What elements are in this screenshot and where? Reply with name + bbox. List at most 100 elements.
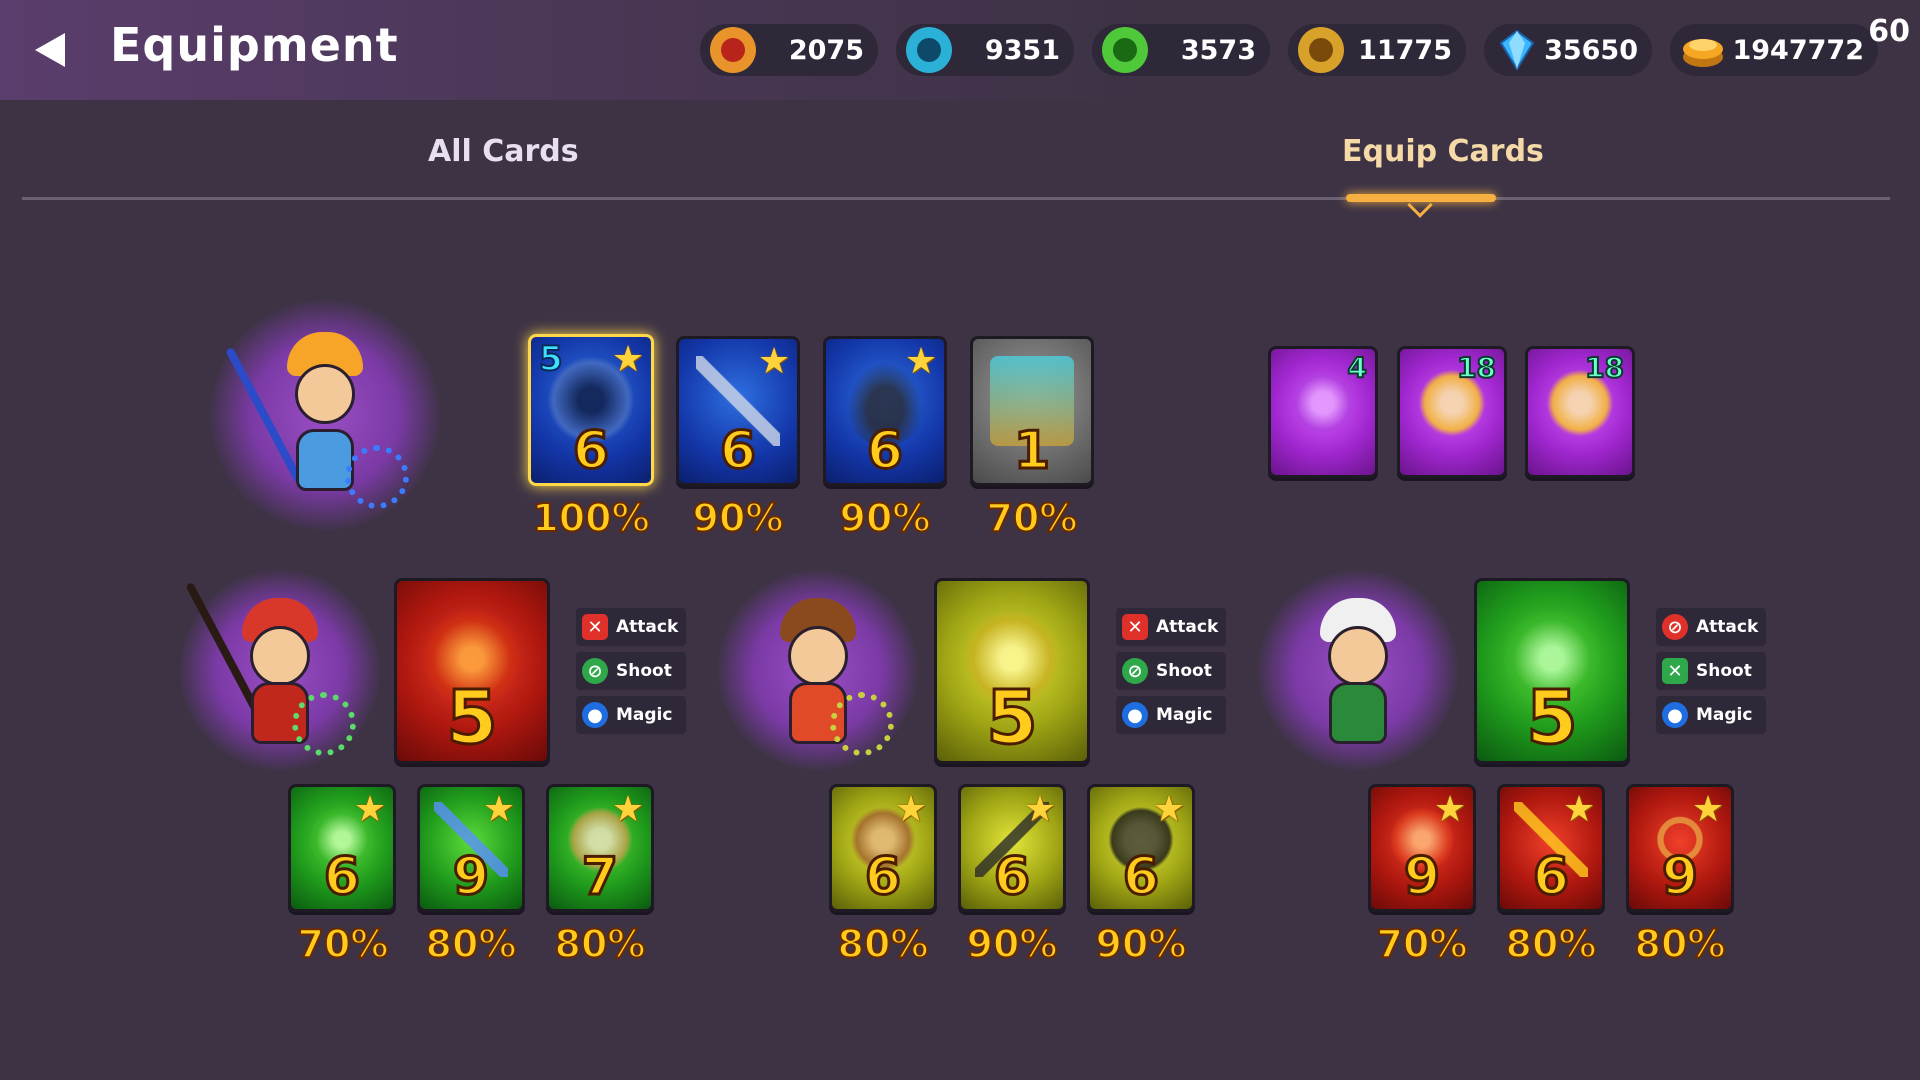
item-card[interactable]: ★ 6 xyxy=(1497,784,1605,912)
card-level: 1 xyxy=(1012,420,1051,483)
fps-counter: 60 xyxy=(1868,14,1910,49)
currency-red-gems[interactable]: 2075 xyxy=(700,24,878,76)
tag-attack[interactable]: ✕ Attack xyxy=(576,608,686,646)
equip-card-vortex[interactable]: 5 ★ 6 xyxy=(528,334,654,486)
card-percent: 80% xyxy=(554,921,647,967)
card-level: 5 xyxy=(985,674,1040,762)
card-percent: 80% xyxy=(425,921,518,967)
card-level: 7 xyxy=(580,846,619,909)
star-icon: ★ xyxy=(904,341,938,382)
companion-card[interactable]: 5 xyxy=(934,578,1090,764)
card-level: 6 xyxy=(992,846,1031,909)
item-card[interactable]: ★ 6 xyxy=(1087,784,1195,912)
blue-gem-coin-icon xyxy=(906,27,952,73)
currency-gold-gems[interactable]: 11775 xyxy=(1288,24,1466,76)
hero-face xyxy=(1328,626,1388,686)
tag-label: Magic xyxy=(1156,705,1213,725)
gold-coins-icon xyxy=(1680,27,1726,73)
currency-value: 11775 xyxy=(1358,34,1452,66)
star-icon: ★ xyxy=(1023,789,1057,830)
magic-circle-icon xyxy=(830,692,894,756)
tag-attack[interactable]: ⊘ Attack xyxy=(1656,608,1766,646)
shoot-icon: ⊘ xyxy=(582,658,608,684)
companion-card[interactable]: 5 xyxy=(1474,578,1630,764)
star-icon: ★ xyxy=(1433,789,1467,830)
card-level: 6 xyxy=(863,846,902,909)
item-card[interactable]: ★ 9 xyxy=(417,784,525,912)
companion-axe-girl[interactable] xyxy=(718,570,918,770)
star-icon: ★ xyxy=(482,789,516,830)
companion-card[interactable]: 5 xyxy=(394,578,550,764)
tab-divider xyxy=(22,197,1890,200)
tag-label: Magic xyxy=(1696,705,1753,725)
equip-card-sword[interactable]: ★ 6 xyxy=(676,336,800,486)
consumable-hexagon[interactable]: 18 xyxy=(1525,346,1635,478)
companion-spear-warrior[interactable] xyxy=(180,570,380,770)
attack-icon: ✕ xyxy=(1122,614,1148,640)
tag-magic[interactable]: ● Magic xyxy=(576,696,686,734)
currency-blue-gems[interactable]: 9351 xyxy=(896,24,1074,76)
card-percent: 90% xyxy=(692,495,785,541)
consumable-potion[interactable]: 4 xyxy=(1268,346,1378,478)
forbidden-icon: ⊘ xyxy=(1662,614,1688,640)
star-icon: ★ xyxy=(1152,789,1186,830)
currency-gold-coins[interactable]: 1947772 xyxy=(1670,24,1878,76)
card-level: 6 xyxy=(571,420,610,483)
item-card[interactable]: ★ 9 xyxy=(1626,784,1734,912)
star-icon: ★ xyxy=(611,339,645,380)
tag-magic[interactable]: ● Magic xyxy=(1116,696,1226,734)
currency-green-gems[interactable]: 3573 xyxy=(1092,24,1270,76)
tag-label: Attack xyxy=(616,617,679,637)
diamond-icon xyxy=(1494,27,1540,73)
tag-shoot[interactable]: ✕ Shoot xyxy=(1656,652,1766,690)
tag-label: Magic xyxy=(616,705,673,725)
equip-card-boots[interactable]: ★ 6 xyxy=(823,336,947,486)
currency-value: 2075 xyxy=(788,34,864,66)
item-card[interactable]: ★ 9 xyxy=(1368,784,1476,912)
magic-circle-icon xyxy=(345,445,409,509)
equip-card-chest[interactable]: 1 xyxy=(970,336,1094,486)
tag-attack[interactable]: ✕ Attack xyxy=(1116,608,1226,646)
card-level: 6 xyxy=(718,420,757,483)
item-card[interactable]: ★ 7 xyxy=(546,784,654,912)
page-title: Equipment xyxy=(110,18,399,72)
magic-icon: ● xyxy=(1122,702,1148,728)
gold-gem-coin-icon xyxy=(1298,27,1344,73)
card-level: 6 xyxy=(865,420,904,483)
star-icon: ★ xyxy=(353,789,387,830)
card-level: 5 xyxy=(445,674,500,762)
currency-diamonds[interactable]: 35650 xyxy=(1484,24,1652,76)
currency-value: 3573 xyxy=(1180,34,1256,66)
star-icon: ★ xyxy=(757,341,791,382)
card-level: 6 xyxy=(1121,846,1160,909)
tag-shoot[interactable]: ⊘ Shoot xyxy=(1116,652,1226,690)
item-card[interactable]: ★ 6 xyxy=(288,784,396,912)
card-level: 9 xyxy=(1402,846,1441,909)
tag-shoot[interactable]: ⊘ Shoot xyxy=(576,652,686,690)
currency-value: 1947772 xyxy=(1732,34,1864,66)
card-level: 6 xyxy=(1531,846,1570,909)
star-icon: ★ xyxy=(894,789,928,830)
card-percent: 80% xyxy=(837,921,930,967)
magic-circle-icon xyxy=(292,692,356,756)
green-gem-coin-icon xyxy=(1102,27,1148,73)
companion-masked-ninja[interactable] xyxy=(1258,570,1458,770)
currency-value: 9351 xyxy=(984,34,1060,66)
card-level: 6 xyxy=(322,846,361,909)
item-card[interactable]: ★ 6 xyxy=(958,784,1066,912)
item-count: 18 xyxy=(1456,350,1497,385)
card-percent: 90% xyxy=(966,921,1059,967)
tag-label: Shoot xyxy=(1696,661,1752,681)
tab-all-cards[interactable]: All Cards xyxy=(428,134,579,169)
star-icon: ★ xyxy=(1691,789,1725,830)
card-level: 9 xyxy=(1660,846,1699,909)
hero-portrait-blue-knight[interactable] xyxy=(210,300,440,530)
back-button[interactable] xyxy=(28,28,72,72)
card-tier: 5 xyxy=(538,338,564,380)
item-card[interactable]: ★ 6 xyxy=(829,784,937,912)
item-count: 4 xyxy=(1346,350,1368,385)
tab-equip-cards[interactable]: Equip Cards xyxy=(1342,134,1544,169)
tag-label: Attack xyxy=(1696,617,1759,637)
tag-magic[interactable]: ● Magic xyxy=(1656,696,1766,734)
consumable-helmet[interactable]: 18 xyxy=(1397,346,1507,478)
